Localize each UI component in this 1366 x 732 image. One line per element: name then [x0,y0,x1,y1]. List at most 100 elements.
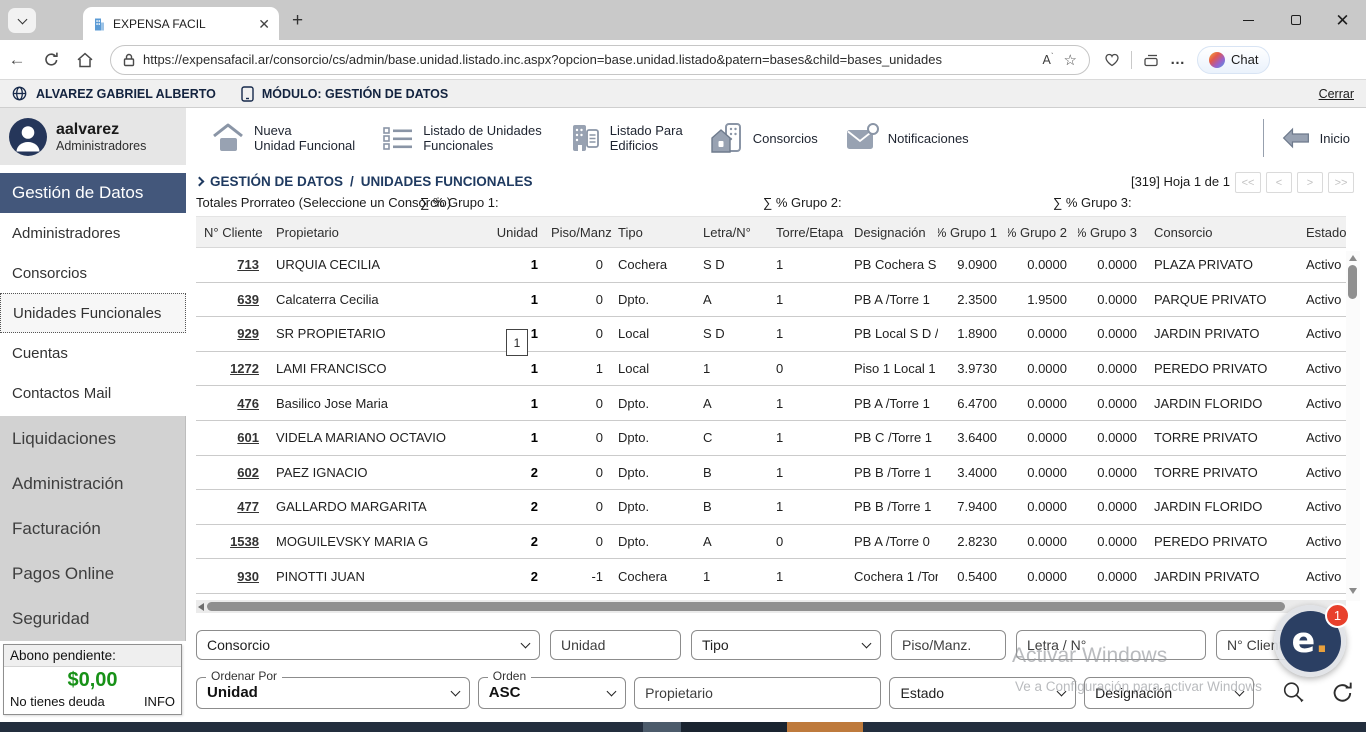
cell-grupo1: 0.5400 [938,559,1008,593]
filter-consorcio-select[interactable]: Consorcio [196,630,540,660]
filter-piso-input[interactable] [891,630,1006,660]
sidebar-section-gestion-de-datos[interactable]: Gestión de Datos [0,173,186,213]
module-device-icon [241,86,254,102]
sidebar-item-consorcios[interactable]: Consorcios [0,253,186,293]
cell-ncliente[interactable]: 1272 [196,352,270,386]
window-minimize-button[interactable] [1225,0,1272,40]
tab-search-button[interactable] [8,8,36,33]
favorite-star-icon[interactable]: ☆ [1064,51,1077,69]
sidebar-item-administradores[interactable]: Administradores [0,213,186,253]
cell-ncliente[interactable]: 476 [196,386,270,420]
toolbar-building-list-button[interactable]: Listado ParaEdificios [568,121,683,155]
inicio-back-arrow-icon[interactable] [1281,127,1311,149]
filter-letra-input[interactable] [1016,630,1206,660]
window-close-button[interactable]: ✕ [1319,0,1366,40]
toolbar-consortium-button[interactable]: Consorcios [709,121,818,155]
cell-ncliente[interactable]: 602 [196,456,270,490]
sidebar-item-contactos-mail[interactable]: Contactos Mail [0,373,186,413]
sidebar-item-unidades-funcionales[interactable]: Unidades Funcionales [0,293,186,333]
cell-letra: C [697,421,770,455]
expensafacil-floating-button[interactable]: e. 1 [1274,605,1346,677]
table-row[interactable]: 639Calcaterra Cecilia10Dpto.A1PB A /Torr… [196,283,1346,318]
sidebar-item-seguridad[interactable]: Seguridad [0,596,185,641]
cell-ncliente[interactable]: 930 [196,559,270,593]
inicio-button[interactable]: Inicio [1320,131,1350,146]
table-row[interactable]: 1538MOGUILEVSKY MARIA G20Dpto.A0PB A /To… [196,525,1346,560]
pagination-first-button[interactable]: << [1235,172,1261,193]
cell-propietario: LAMI FRANCISCO [270,352,495,386]
filter-estado-select[interactable]: Estado [889,677,1076,709]
pagination-prev-button[interactable]: < [1266,172,1292,193]
cell-ncliente[interactable]: 601 [196,421,270,455]
filter-tipo-select[interactable]: Tipo [691,630,881,660]
sidebar-item-pagos-online[interactable]: Pagos Online [0,551,185,596]
cell-consorcio: TORRE PRIVATO [1148,456,1300,490]
totals-grupo2: ∑ % Grupo 2: [763,195,842,210]
filter-panel: Consorcio Tipo Ordenar Por Unida [196,630,1356,709]
new-tab-button[interactable]: + [292,10,303,32]
sidebar-item-liquidaciones[interactable]: Liquidaciones [0,416,185,461]
read-aloud-icon[interactable]: Aˋ [1043,52,1054,67]
cell-propietario: URQUIA CECILIA [270,248,495,282]
toolbar-new-unit-button[interactable]: NuevaUnidad Funcional [210,122,355,154]
cell-ncliente[interactable]: 477 [196,490,270,524]
table-row[interactable]: 477GALLARDO MARGARITA20Dpto.B1PB B /Torr… [196,490,1346,525]
copilot-chat-button[interactable]: Chat [1197,46,1270,74]
breadcrumb-section[interactable]: GESTIÓN DE DATOS [210,174,343,189]
pagination-next-button[interactable]: > [1297,172,1323,193]
filter-propietario-input[interactable] [634,677,881,709]
reload-button[interactable] [34,51,68,68]
cell-ncliente[interactable]: 713 [196,248,270,282]
cell-propietario: VIDELA MARIANO OCTAVIO [270,421,495,455]
cerrar-link[interactable]: Cerrar [1319,87,1354,101]
table-row[interactable]: 602PAEZ IGNACIO20Dpto.B1PB B /Torre 13.4… [196,456,1346,491]
footer-segment [787,722,863,732]
cell-ncliente[interactable]: 639 [196,283,270,317]
table-row[interactable]: 476Basilico Jose Maria10Dpto.A1PB A /Tor… [196,386,1346,421]
collections-icon[interactable] [1143,52,1159,68]
tab-close-icon[interactable]: ✕ [258,17,270,31]
table-row[interactable]: 930PINOTTI JUAN2-1Cochera11Cochera 1 /To… [196,559,1346,594]
vertical-scrollbar[interactable] [1346,251,1360,601]
address-bar[interactable]: https://expensafacil.ar/consorcio/cs/adm… [110,45,1090,75]
table-row[interactable]: 929SR PROPIETARIO10LocalS D1PB Local S D… [196,317,1346,352]
cell-unidad: 2 [495,490,545,524]
refresh-button[interactable] [1329,679,1356,706]
browser-tab[interactable]: EXPENSA FACIL ✕ [83,7,279,40]
search-button[interactable] [1280,679,1307,706]
horizontal-scrollbar[interactable] [196,600,1346,613]
scroll-down-icon[interactable] [1349,588,1357,594]
back-button[interactable]: ← [0,50,34,70]
url-text: https://expensafacil.ar/consorcio/cs/adm… [143,52,1035,67]
minimize-icon [1243,20,1254,21]
filter-designacion-select[interactable]: Designación [1084,677,1254,709]
horizontal-scroll-thumb[interactable] [207,602,1285,611]
new-unit-icon [210,122,246,154]
cell-ncliente[interactable]: 929 [196,317,270,351]
toolbar-notifications-button[interactable]: Notificaciones [844,122,969,154]
cell-estado: Activo [1300,352,1346,386]
ordenar-por-select[interactable]: Ordenar Por Unidad [196,677,470,709]
orden-select[interactable]: Orden ASC [478,677,626,709]
filter-unidad-input[interactable] [550,630,681,660]
table-row[interactable]: 713URQUIA CECILIA10CocheraS D1PB Cochera… [196,248,1346,283]
chevron-down-icon [862,638,872,648]
pagination-last-button[interactable]: >> [1328,172,1354,193]
table-row[interactable]: 601VIDELA MARIANO OCTAVIO10Dpto.C1PB C /… [196,421,1346,456]
home-button[interactable] [68,51,102,69]
vertical-scroll-thumb[interactable] [1348,265,1357,299]
table-row[interactable]: 1272LAMI FRANCISCO11Local10Piso 1 Local … [196,352,1346,387]
toolbar-unit-list-button[interactable]: Listado de UnidadesFuncionales [381,123,542,153]
orden-value: ASC [489,684,521,701]
settings-menu-icon[interactable]: … [1170,51,1186,68]
billing-info-link[interactable]: INFO [144,694,175,709]
browser-essentials-icon[interactable] [1104,52,1120,68]
sidebar-item-cuentas[interactable]: Cuentas [0,333,186,373]
window-maximize-button[interactable] [1272,0,1319,40]
sidebar-item-facturación[interactable]: Facturación [0,506,185,551]
cell-ncliente[interactable]: 1538 [196,525,270,559]
scroll-up-icon[interactable] [1349,255,1357,261]
sidebar-item-administración[interactable]: Administración [0,461,185,506]
notification-badge[interactable]: 1 [1325,603,1350,628]
scroll-left-icon[interactable] [198,603,204,611]
